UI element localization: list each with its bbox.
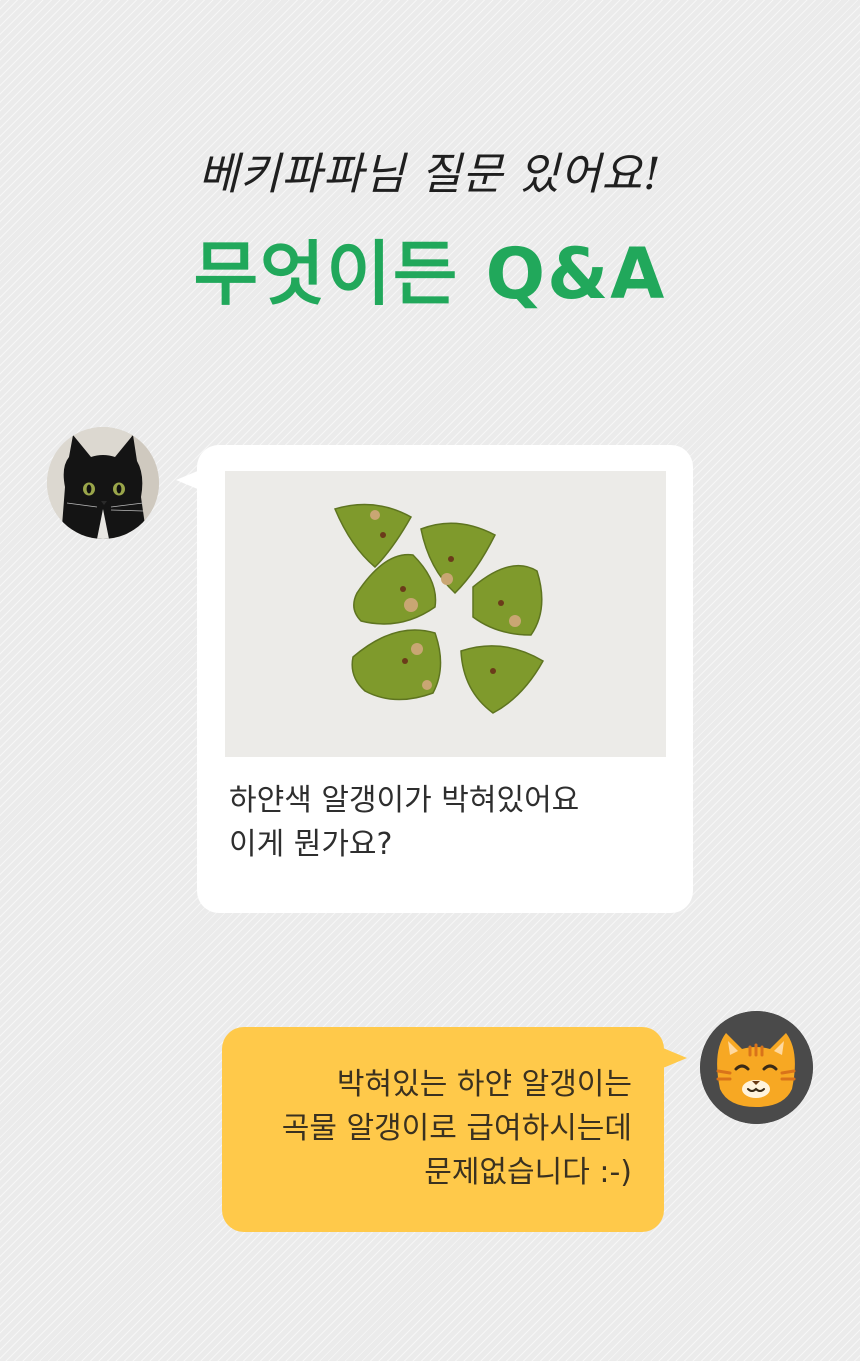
answer-bubble-tail bbox=[663, 1048, 687, 1068]
user-avatar bbox=[47, 427, 159, 539]
question-line: 하얀색 알갱이가 박혀있어요 bbox=[229, 783, 580, 818]
answer-line: 곡물 알갱이로 급여하시는데 bbox=[281, 1111, 632, 1146]
black-cat-icon bbox=[47, 427, 159, 539]
treat-photo bbox=[225, 471, 666, 757]
header-subtitle: 베키파파님 질문 있어요! bbox=[198, 149, 662, 200]
question-line: 이게 뭔가요? bbox=[229, 827, 393, 862]
orange-cat-face-icon bbox=[700, 1011, 813, 1124]
treats-image bbox=[225, 471, 666, 757]
shop-avatar bbox=[700, 1011, 813, 1124]
answer-bubble: 박혀있는 하얀 알갱이는 곡물 알갱이로 급여하시는데 문제없습니다 :-) bbox=[222, 1027, 664, 1232]
question-text: 하얀색 알갱이가 박혀있어요 이게 뭔가요? bbox=[229, 779, 669, 867]
answer-text: 박혀있는 하얀 알갱이는 곡물 알갱이로 급여하시는데 문제없습니다 :-) bbox=[232, 1063, 632, 1195]
answer-line: 박혀있는 하얀 알갱이는 bbox=[336, 1067, 632, 1102]
answer-line: 문제없습니다 :-) bbox=[424, 1155, 632, 1190]
question-bubble: 하얀색 알갱이가 박혀있어요 이게 뭔가요? bbox=[197, 445, 693, 913]
page-title: 무엇이든 Q&A bbox=[193, 233, 667, 315]
